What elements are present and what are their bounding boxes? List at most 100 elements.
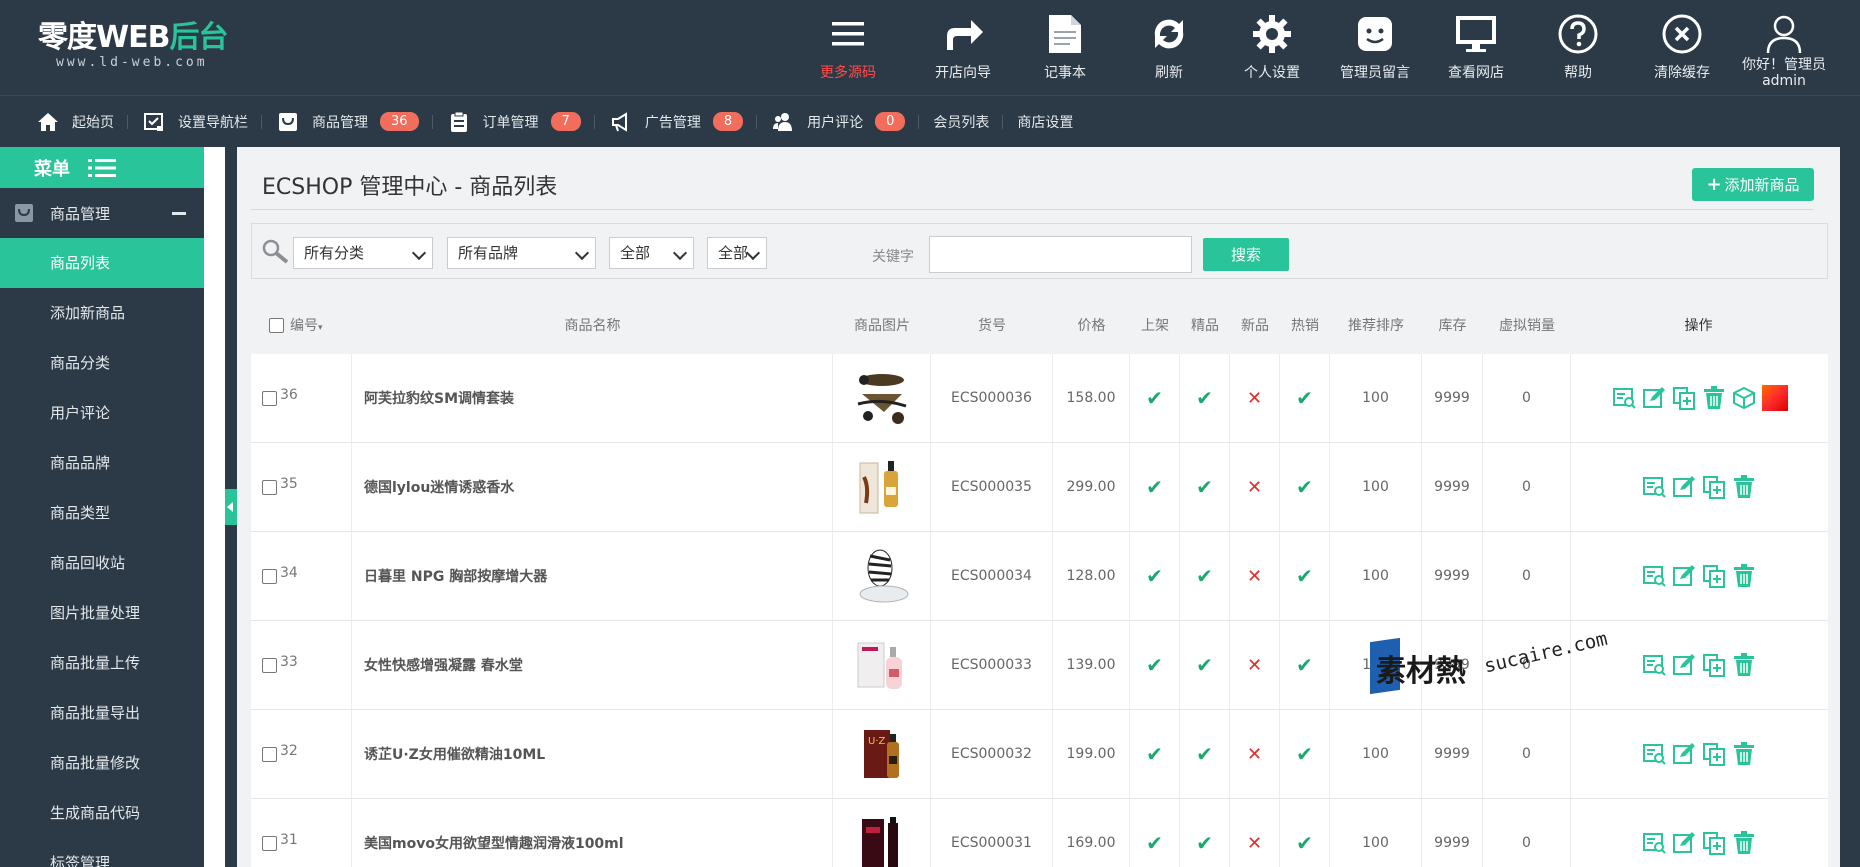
sidebar-item-batch-edit[interactable]: 商品批量修改 bbox=[0, 738, 204, 788]
add-goods-button[interactable]: + 添加新商品 bbox=[1692, 168, 1814, 201]
sidebar-item-batch-image[interactable]: 图片批量处理 bbox=[0, 588, 204, 638]
brand-logo[interactable]: 零度WEB后台 www.ld-web.com bbox=[38, 20, 238, 80]
flag-best[interactable]: ✔ bbox=[1180, 621, 1230, 709]
flag-best[interactable]: ✔ bbox=[1180, 354, 1230, 442]
product-thumbnail[interactable] bbox=[854, 635, 910, 695]
flag-hot[interactable]: ✔ bbox=[1280, 443, 1330, 531]
flag-new[interactable]: ✕ bbox=[1230, 621, 1280, 709]
cell-price[interactable]: 299.00 bbox=[1053, 443, 1130, 531]
cell-stock[interactable]: 9999 bbox=[1422, 799, 1483, 867]
quicknav-set-navbar[interactable]: 设置导航栏 bbox=[142, 96, 262, 148]
sidebar-item-categories[interactable]: 商品分类 bbox=[0, 338, 204, 388]
cell-sn[interactable]: ECS000031 bbox=[931, 799, 1053, 867]
search-button[interactable]: 搜索 bbox=[1203, 238, 1289, 271]
sort-by-id[interactable]: 编号▾ bbox=[290, 315, 323, 335]
cell-price[interactable]: 128.00 bbox=[1053, 532, 1130, 620]
flag-best[interactable]: ✔ bbox=[1180, 532, 1230, 620]
cell-virtual-sales[interactable]: 0 bbox=[1483, 532, 1571, 620]
flag-hot[interactable]: ✔ bbox=[1280, 532, 1330, 620]
cell-sort[interactable]: 100 bbox=[1330, 532, 1422, 620]
flag-hot[interactable]: ✔ bbox=[1280, 621, 1330, 709]
copy-icon[interactable] bbox=[1702, 653, 1726, 677]
cell-price[interactable]: 139.00 bbox=[1053, 621, 1130, 709]
flag-on-sale[interactable]: ✔ bbox=[1130, 443, 1180, 531]
product-thumbnail[interactable] bbox=[854, 813, 910, 867]
sidebar-menu-header[interactable]: 菜单 bbox=[0, 147, 204, 188]
type-select[interactable]: 全部 bbox=[707, 237, 767, 269]
quicknav-home[interactable]: 起始页 bbox=[36, 96, 128, 148]
copy-icon[interactable] bbox=[1702, 831, 1726, 855]
cell-virtual-sales[interactable]: 0 bbox=[1483, 710, 1571, 798]
category-select[interactable]: 所有分类 bbox=[293, 237, 433, 269]
cell-stock[interactable]: 9999 bbox=[1422, 532, 1483, 620]
view-icon[interactable] bbox=[1642, 831, 1666, 855]
sidebar-collapse-toggle[interactable] bbox=[225, 489, 237, 525]
product-thumbnail[interactable] bbox=[854, 457, 910, 517]
flag-new[interactable]: ✕ bbox=[1230, 799, 1280, 867]
cell-name[interactable]: 日暮里 NPG 胸部按摩增大器 bbox=[352, 532, 833, 620]
edit-icon[interactable] bbox=[1672, 564, 1696, 588]
copy-icon[interactable] bbox=[1702, 742, 1726, 766]
row-checkbox[interactable] bbox=[262, 835, 277, 851]
flag-on-sale[interactable]: ✔ bbox=[1130, 799, 1180, 867]
flag-on-sale[interactable]: ✔ bbox=[1130, 710, 1180, 798]
product-thumbnail[interactable]: U·Z bbox=[854, 724, 910, 784]
product-thumbnail[interactable] bbox=[854, 546, 910, 606]
keyword-input[interactable] bbox=[929, 236, 1192, 273]
quicknav-store-settings[interactable]: 商店设置 bbox=[1017, 96, 1087, 148]
flag-on-sale[interactable]: ✔ bbox=[1130, 354, 1180, 442]
quicknav-orders[interactable]: 订单管理 7 bbox=[447, 96, 596, 148]
cell-sort[interactable]: 100 bbox=[1330, 354, 1422, 442]
copy-icon[interactable] bbox=[1702, 564, 1726, 588]
row-checkbox[interactable] bbox=[262, 568, 277, 584]
cell-sn[interactable]: ECS000033 bbox=[931, 621, 1053, 709]
topnav-help[interactable]: 帮助 bbox=[1558, 0, 1598, 95]
quicknav-ads[interactable]: 广告管理 8 bbox=[609, 96, 758, 148]
cell-sort[interactable]: 100 bbox=[1330, 710, 1422, 798]
row-checkbox[interactable] bbox=[262, 746, 277, 762]
edit-icon[interactable] bbox=[1672, 742, 1696, 766]
topnav-personal-settings[interactable]: 个人设置 bbox=[1240, 0, 1304, 95]
color-swatch-icon[interactable] bbox=[1762, 385, 1788, 411]
sidebar-item-types[interactable]: 商品类型 bbox=[0, 488, 204, 538]
copy-icon[interactable] bbox=[1702, 475, 1726, 499]
view-icon[interactable] bbox=[1642, 475, 1666, 499]
topnav-admin-message[interactable]: 管理员留言 bbox=[1335, 0, 1415, 95]
cell-virtual-sales[interactable]: 0 bbox=[1483, 354, 1571, 442]
status-select[interactable]: 全部 bbox=[609, 237, 694, 269]
quicknav-goods[interactable]: 商品管理 36 bbox=[276, 96, 433, 148]
sidebar-item-batch-export[interactable]: 商品批量导出 bbox=[0, 688, 204, 738]
cell-name[interactable]: 阿芙拉豹纹SM调情套装 bbox=[352, 354, 833, 442]
edit-icon[interactable] bbox=[1642, 386, 1666, 410]
edit-icon[interactable] bbox=[1672, 831, 1696, 855]
flag-best[interactable]: ✔ bbox=[1180, 443, 1230, 531]
sidebar-group-goods[interactable]: 商品管理 bbox=[0, 188, 204, 238]
view-icon[interactable] bbox=[1612, 386, 1636, 410]
row-checkbox[interactable] bbox=[262, 390, 277, 406]
cell-stock[interactable]: 9999 bbox=[1422, 354, 1483, 442]
flag-new[interactable]: ✕ bbox=[1230, 532, 1280, 620]
topnav-view-store[interactable]: 查看网店 bbox=[1444, 0, 1508, 95]
box-icon[interactable] bbox=[1732, 386, 1756, 410]
delete-icon[interactable] bbox=[1732, 564, 1756, 588]
sidebar-item-goods-list[interactable]: 商品列表 bbox=[0, 238, 204, 288]
flag-best[interactable]: ✔ bbox=[1180, 710, 1230, 798]
quicknav-members[interactable]: 会员列表 bbox=[933, 96, 1004, 148]
cell-name[interactable]: 美国movo女用欲望型情趣润滑液100ml bbox=[352, 799, 833, 867]
cell-sn[interactable]: ECS000034 bbox=[931, 532, 1053, 620]
quicknav-comments[interactable]: 用户评论 0 bbox=[771, 96, 920, 148]
topnav-store-wizard[interactable]: 开店向导 bbox=[928, 0, 998, 95]
select-all-checkbox[interactable] bbox=[269, 317, 284, 333]
cell-stock[interactable]: 9999 bbox=[1422, 710, 1483, 798]
sidebar-item-gen-code[interactable]: 生成商品代码 bbox=[0, 788, 204, 838]
product-thumbnail[interactable] bbox=[854, 368, 910, 428]
sidebar-item-brands[interactable]: 商品品牌 bbox=[0, 438, 204, 488]
delete-icon[interactable] bbox=[1732, 831, 1756, 855]
sidebar-item-batch-upload[interactable]: 商品批量上传 bbox=[0, 638, 204, 688]
cell-price[interactable]: 199.00 bbox=[1053, 710, 1130, 798]
flag-hot[interactable]: ✔ bbox=[1280, 799, 1330, 867]
sidebar-item-recycle[interactable]: 商品回收站 bbox=[0, 538, 204, 588]
copy-icon[interactable] bbox=[1672, 386, 1696, 410]
flag-on-sale[interactable]: ✔ bbox=[1130, 532, 1180, 620]
cell-virtual-sales[interactable]: 0 bbox=[1483, 799, 1571, 867]
